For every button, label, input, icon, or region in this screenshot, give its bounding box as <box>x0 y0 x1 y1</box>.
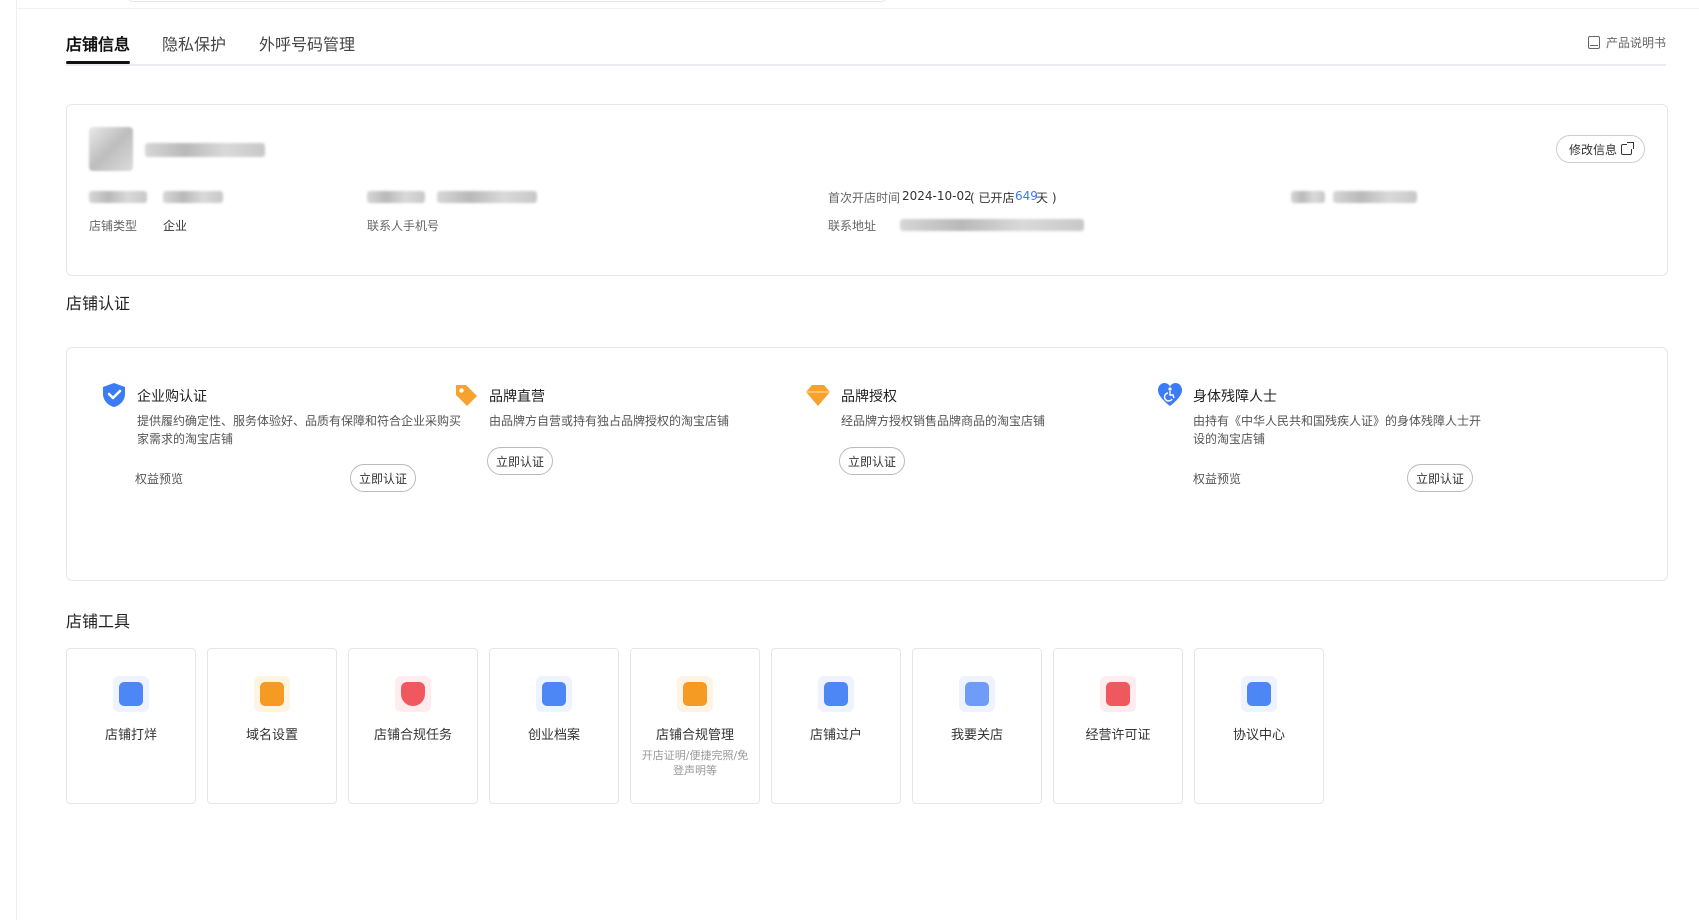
certify-now-button[interactable]: 立即认证 <box>1407 464 1474 492</box>
certification-card: 企业购认证 提供履约确定性、服务体验好、品质有保障和符合企业采购买家需求的淘宝店… <box>66 347 1668 581</box>
edit-info-label: 修改信息 <box>1568 142 1617 157</box>
tool-sublabel: 开店证明/便捷完照/免登声明等 <box>641 749 749 777</box>
tag-icon <box>456 385 477 406</box>
cert-brand-direct: 品牌直营 由品牌方自营或持有独占品牌授权的淘宝店铺 <box>456 385 819 430</box>
domain-icon <box>254 676 290 712</box>
store-avatar <box>89 127 133 171</box>
tool-label: 我要关店 <box>950 728 1003 743</box>
opened-days: 649 <box>1015 189 1038 203</box>
book-icon <box>1587 36 1600 49</box>
product-manual-label: 产品说明书 <box>1605 36 1666 50</box>
store-type-label: 店铺类型 <box>89 219 138 233</box>
certify-now-button[interactable]: 立即认证 <box>487 447 554 475</box>
license-icon <box>1100 676 1136 712</box>
cert-enterprise: 企业购认证 提供履约确定性、服务体验好、品质有保障和符合企业采购买家需求的淘宝店… <box>103 383 467 448</box>
certification-section-title: 店铺认证 <box>66 294 131 313</box>
tool-label: 经营许可证 <box>1085 728 1151 743</box>
tool-business-license[interactable]: 经营许可证 <box>1053 648 1183 804</box>
first-open-date: 2024-10-02 <box>902 189 972 203</box>
tool-label: 协议中心 <box>1232 728 1285 743</box>
tool-label: 店铺打烊 <box>104 728 157 743</box>
heart-accessibility-icon <box>1158 383 1182 406</box>
cert-title: 品牌授权 <box>841 389 897 405</box>
shield-check-icon <box>103 383 125 407</box>
certify-now-button[interactable]: 立即认证 <box>839 447 906 475</box>
tab-store-info[interactable]: 店铺信息 <box>66 31 131 64</box>
cert-brand-authorized: 品牌授权 经品牌方授权销售品牌商品的淘宝店铺 <box>806 385 1171 430</box>
tool-domain-settings[interactable]: 域名设置 <box>207 648 337 804</box>
product-manual-link[interactable]: 产品说明书 <box>1587 34 1666 51</box>
tool-store-close[interactable]: 店铺打烊 <box>66 648 196 804</box>
opened-suffix: 天 ) <box>1036 191 1057 205</box>
top-strip <box>17 0 1699 9</box>
redacted-value <box>1291 191 1325 203</box>
transfer-icon <box>818 676 854 712</box>
tool-startup-archive[interactable]: 创业档案 <box>489 648 619 804</box>
tab-outbound-numbers[interactable]: 外呼号码管理 <box>259 31 355 55</box>
tool-label: 创业档案 <box>527 728 580 743</box>
certify-now-button[interactable]: 立即认证 <box>350 464 417 492</box>
tool-compliance-tasks[interactable]: 店铺合规任务 <box>348 648 478 804</box>
close-store-icon <box>959 676 995 712</box>
store-info-card: 修改信息 首次开店时间 2024-10-02 ( 已开店 649 天 ) 店铺类… <box>66 104 1668 276</box>
contact-phone-label: 联系人手机号 <box>367 219 440 233</box>
tools-grid: 店铺打烊 域名设置 店铺合规任务 创业档案 店铺合规管理 开店证明/便捷完照/免… <box>66 648 1324 804</box>
main-content: 店铺信息 隐私保护 外呼号码管理 产品说明书 修改信息 首次开店时间 2024-… <box>66 9 1668 804</box>
tools-section-title: 店铺工具 <box>66 612 131 631</box>
top-search-bar[interactable] <box>127 0 887 2</box>
cert-title: 品牌直营 <box>489 389 545 405</box>
redacted-address <box>900 219 1084 231</box>
contact-address-label: 联系地址 <box>828 219 877 233</box>
tab-privacy[interactable]: 隐私保护 <box>162 31 226 55</box>
benefits-preview-link[interactable]: 权益预览 <box>1193 470 1241 487</box>
tool-compliance-management[interactable]: 店铺合规管理 开店证明/便捷完照/免登声明等 <box>630 648 760 804</box>
left-rail <box>0 0 17 920</box>
redacted-value <box>163 191 223 203</box>
redacted-value <box>367 191 425 203</box>
redacted-value <box>89 191 147 203</box>
store-type-value: 企业 <box>163 219 188 233</box>
benefits-preview-link[interactable]: 权益预览 <box>135 470 183 487</box>
archive-icon <box>536 676 572 712</box>
edit-info-button[interactable]: 修改信息 <box>1555 135 1645 163</box>
diamond-icon <box>806 385 830 406</box>
cert-desc: 由品牌方自营或持有独占品牌授权的淘宝店铺 <box>489 414 730 428</box>
tool-label: 店铺合规管理 <box>655 728 734 743</box>
store-name-redacted <box>145 143 265 157</box>
cert-desc: 提供履约确定性、服务体验好、品质有保障和符合企业采购买家需求的淘宝店铺 <box>137 414 462 446</box>
tool-close-store[interactable]: 我要关店 <box>912 648 1042 804</box>
compliance-shield-icon <box>395 676 431 712</box>
document-manage-icon <box>677 676 713 712</box>
tool-agreement-center[interactable]: 协议中心 <box>1194 648 1324 804</box>
cert-disability: 身体残障人士 由持有《中华人民共和国残疾人证》的身体残障人士开设的淘宝店铺 <box>1158 383 1483 448</box>
redacted-value <box>437 191 537 203</box>
external-edit-icon <box>1621 141 1634 155</box>
tool-label: 店铺过户 <box>809 728 862 743</box>
opened-prefix: ( 已开店 <box>970 191 1015 205</box>
cert-title: 企业购认证 <box>137 389 207 405</box>
store-close-icon <box>113 676 149 712</box>
cert-desc: 经品牌方授权销售品牌商品的淘宝店铺 <box>841 414 1046 428</box>
tool-label: 域名设置 <box>245 728 298 743</box>
cert-title: 身体残障人士 <box>1193 389 1277 405</box>
tab-divider <box>66 64 1666 66</box>
redacted-value <box>1333 191 1417 203</box>
tab-bar: 店铺信息 隐私保护 外呼号码管理 产品说明书 <box>66 9 1666 66</box>
cert-desc: 由持有《中华人民共和国残疾人证》的身体残障人士开设的淘宝店铺 <box>1193 414 1482 446</box>
tool-label: 店铺合规任务 <box>373 728 452 743</box>
agreement-icon <box>1241 676 1277 712</box>
tool-store-transfer[interactable]: 店铺过户 <box>771 648 901 804</box>
first-open-label: 首次开店时间 <box>828 191 901 205</box>
